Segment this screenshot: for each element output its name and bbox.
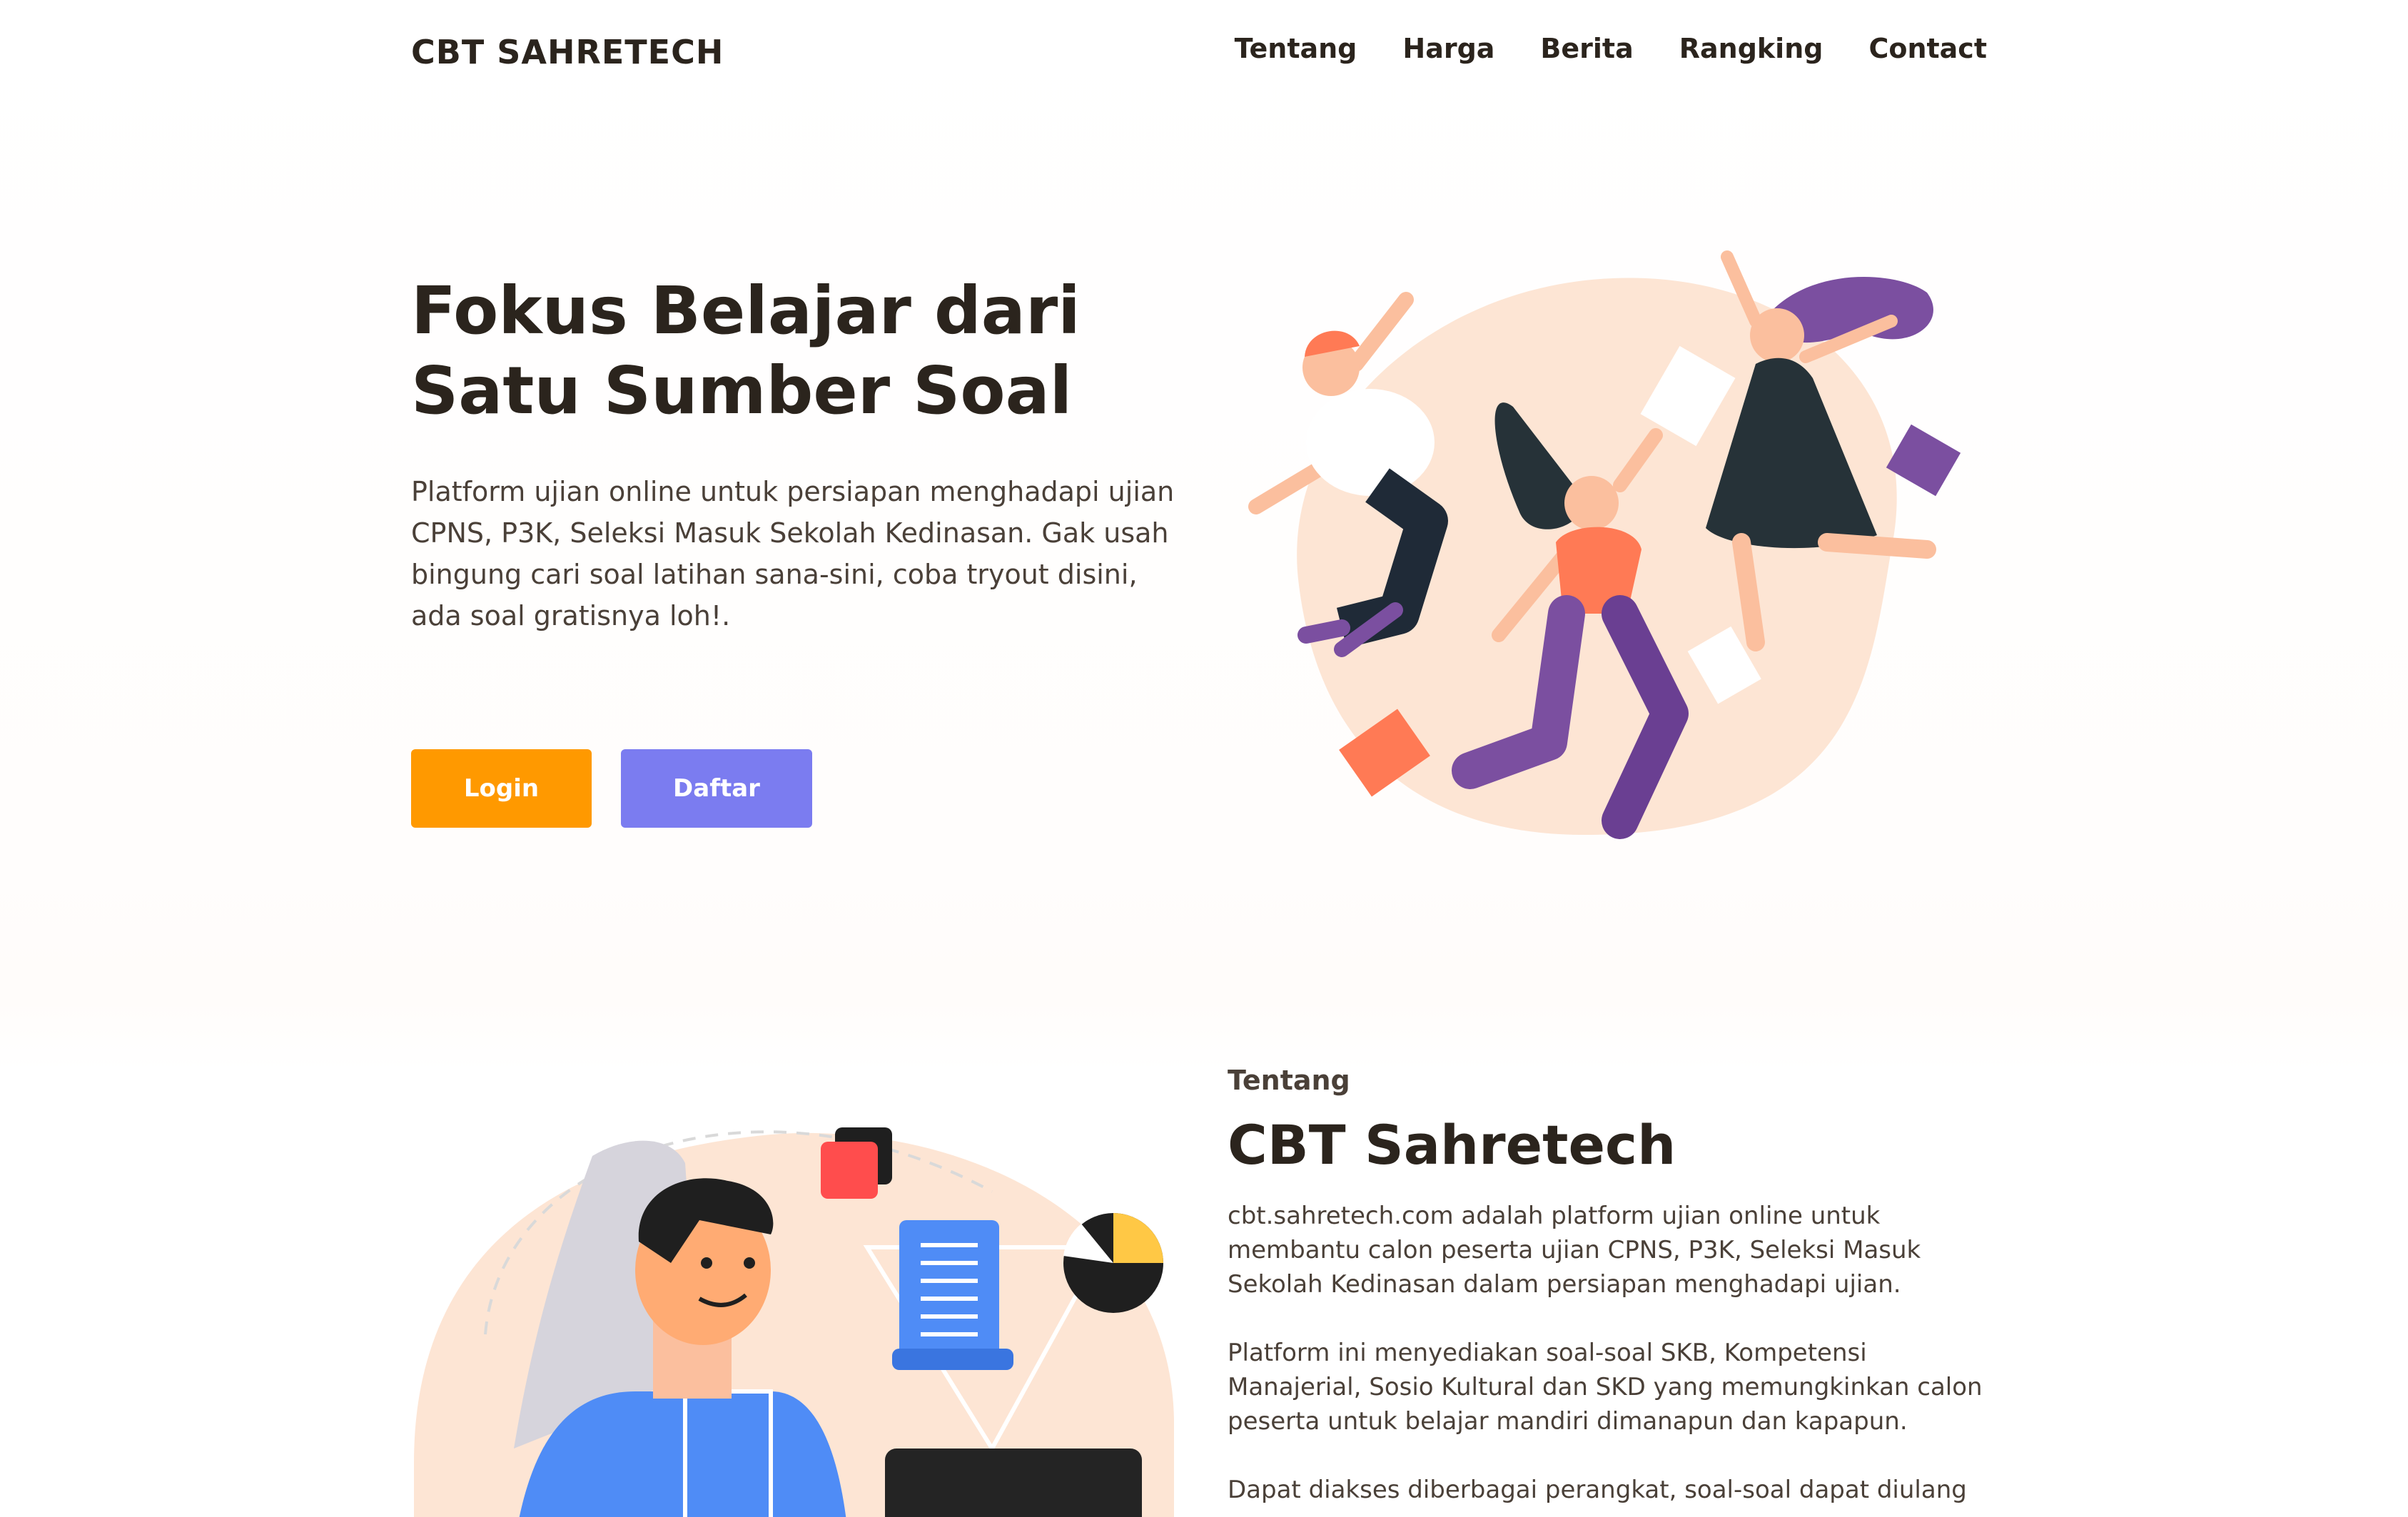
main-nav: Tentang Harga Berita Rangking Contact bbox=[1235, 33, 1987, 64]
pie-chart-icon bbox=[1063, 1213, 1163, 1313]
nav-link-harga[interactable]: Harga bbox=[1402, 33, 1494, 64]
hero-title-line-1: Fokus Belajar dari bbox=[411, 273, 1081, 349]
floating-book-purple bbox=[1886, 424, 1961, 497]
square-red-icon bbox=[821, 1142, 878, 1199]
about-paragraph-2: Platform ini menyediakan soal-soal SKB, … bbox=[1228, 1339, 1983, 1436]
brand-logo[interactable]: CBT SAHRETECH bbox=[411, 33, 724, 71]
document-icon bbox=[892, 1220, 1013, 1370]
about-title: CBT Sahretech bbox=[1228, 1113, 1676, 1177]
hero-illustration bbox=[1248, 250, 1961, 839]
about-kicker: Tentang bbox=[1228, 1065, 1350, 1096]
register-button[interactable]: Daftar bbox=[621, 749, 812, 828]
nav-link-tentang[interactable]: Tentang bbox=[1235, 33, 1357, 64]
nav-link-rangking[interactable]: Rangking bbox=[1679, 33, 1823, 64]
login-button[interactable]: Login bbox=[411, 749, 592, 828]
hero-description: Platform ujian online untuk persiapan me… bbox=[411, 476, 1175, 631]
nav-link-berita[interactable]: Berita bbox=[1540, 33, 1633, 64]
hero-title-line-2: Satu Sumber Soal bbox=[411, 352, 1073, 429]
about-paragraph-1: cbt.sahretech.com adalah platform ujian … bbox=[1228, 1202, 1921, 1299]
laptop-icon bbox=[885, 1448, 1142, 1517]
about-illustration bbox=[414, 1127, 1174, 1517]
about-paragraph-3: Dapat diakses diberbagai perangkat, soal… bbox=[1228, 1476, 1967, 1504]
hero-title: Fokus Belajar dari Satu Sumber Soal bbox=[411, 271, 1196, 431]
landing-page: CBT SAHRETECH Tentang Harga Berita Rangk… bbox=[0, 0, 2408, 1517]
nav-link-contact[interactable]: Contact bbox=[1868, 33, 1987, 64]
